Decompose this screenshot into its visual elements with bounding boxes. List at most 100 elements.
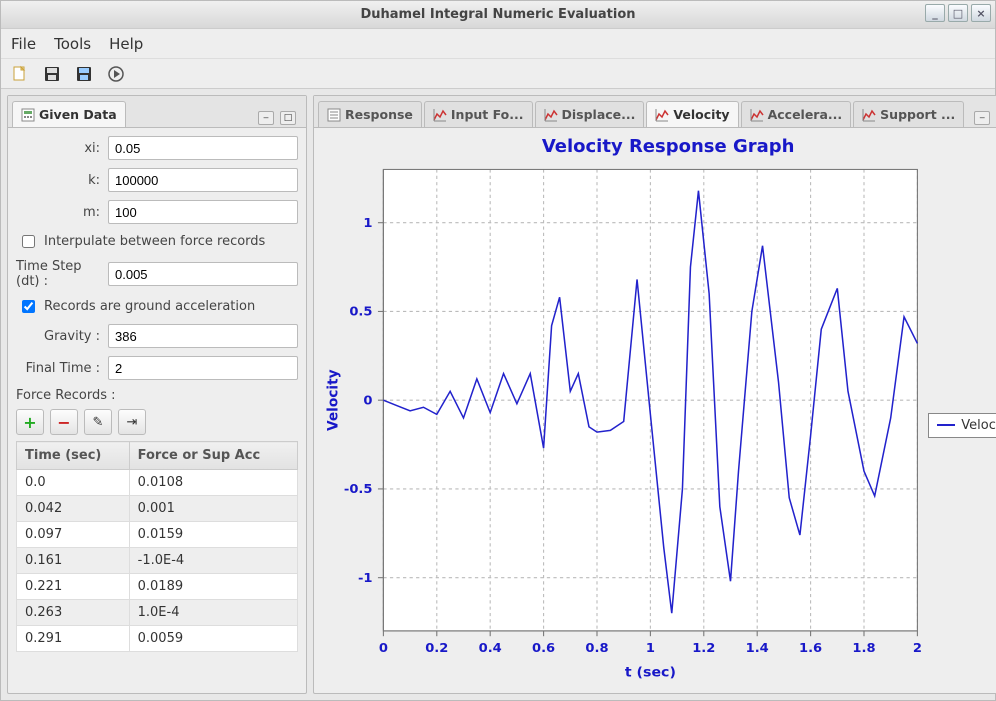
dt-input[interactable] bbox=[108, 262, 298, 286]
record-force: 0.0059 bbox=[129, 626, 297, 652]
tab-support[interactable]: Support ... bbox=[853, 101, 964, 127]
chart-panel: Response Input Fo... Displace... Velocity Ac… bbox=[313, 95, 996, 694]
svg-text:1: 1 bbox=[646, 641, 655, 656]
ground-accel-label: Records are ground acceleration bbox=[44, 299, 255, 314]
table-row[interactable]: 0.0420.001 bbox=[17, 496, 298, 522]
menubar: File Tools Help bbox=[1, 29, 995, 59]
record-time: 0.221 bbox=[17, 574, 130, 600]
svg-text:1.2: 1.2 bbox=[692, 641, 715, 656]
tab-label: Velocity bbox=[673, 107, 729, 122]
tab-displace[interactable]: Displace... bbox=[535, 101, 645, 127]
pencil-icon: ✎ bbox=[93, 415, 104, 430]
table-row[interactable]: 0.2910.0059 bbox=[17, 626, 298, 652]
tab-input-fo[interactable]: Input Fo... bbox=[424, 101, 533, 127]
remove-record-button[interactable]: − bbox=[50, 409, 78, 435]
tab-label: Displace... bbox=[562, 107, 636, 122]
panel-minimize-button[interactable]: ‒ bbox=[974, 111, 990, 125]
tab-label: Response bbox=[345, 107, 413, 122]
svg-text:0.4: 0.4 bbox=[479, 641, 502, 656]
svg-text:1.6: 1.6 bbox=[799, 641, 822, 656]
new-file-icon[interactable] bbox=[9, 63, 31, 85]
records-header-time[interactable]: Time (sec) bbox=[17, 442, 130, 470]
tab-response[interactable]: Response bbox=[318, 101, 422, 127]
svg-text:2: 2 bbox=[913, 641, 922, 656]
menu-tools[interactable]: Tools bbox=[54, 35, 91, 53]
window-close-button[interactable]: × bbox=[971, 4, 991, 22]
velocity-chart: 00.20.40.60.811.21.41.61.82-1-0.500.51t … bbox=[318, 161, 928, 689]
chart-icon bbox=[327, 108, 341, 122]
panel-minimize-button[interactable]: ‒ bbox=[258, 111, 274, 125]
record-force: 0.0159 bbox=[129, 522, 297, 548]
record-force: 0.0189 bbox=[129, 574, 297, 600]
svg-text:-1: -1 bbox=[358, 571, 373, 586]
gravity-label: Gravity : bbox=[16, 329, 108, 344]
chart-icon bbox=[750, 108, 764, 122]
record-time: 0.097 bbox=[17, 522, 130, 548]
tab-given-data[interactable]: Given Data bbox=[12, 101, 126, 127]
k-input[interactable] bbox=[108, 168, 298, 192]
calculator-icon bbox=[21, 108, 35, 122]
minus-icon: − bbox=[57, 413, 70, 432]
menu-help[interactable]: Help bbox=[109, 35, 143, 53]
chart-icon bbox=[433, 108, 447, 122]
force-records-label: Force Records : bbox=[16, 388, 298, 403]
svg-text:0.8: 0.8 bbox=[585, 641, 608, 656]
record-force: 0.0108 bbox=[129, 470, 297, 496]
svg-text:Velocity: Velocity bbox=[325, 369, 341, 431]
import-icon: ⇥ bbox=[127, 415, 138, 430]
ground-accel-checkbox[interactable] bbox=[22, 300, 35, 313]
window-minimize-button[interactable]: _ bbox=[925, 4, 945, 22]
records-header-force[interactable]: Force or Sup Acc bbox=[129, 442, 297, 470]
svg-text:t (sec): t (sec) bbox=[625, 665, 676, 681]
record-time: 0.291 bbox=[17, 626, 130, 652]
window-title: Duhamel Integral Numeric Evaluation bbox=[360, 7, 635, 22]
svg-text:0.2: 0.2 bbox=[425, 641, 448, 656]
window-maximize-button[interactable]: □ bbox=[948, 4, 968, 22]
table-row[interactable]: 0.161-1.0E-4 bbox=[17, 548, 298, 574]
record-force: 1.0E-4 bbox=[129, 600, 297, 626]
force-records-table[interactable]: Time (sec) Force or Sup Acc 0.00.01080.0… bbox=[16, 441, 298, 652]
svg-text:1: 1 bbox=[363, 216, 372, 231]
legend-line-icon bbox=[937, 424, 955, 426]
save-as-icon[interactable] bbox=[73, 63, 95, 85]
dt-label: Time Step (dt) : bbox=[16, 259, 108, 289]
tab-label: Support ... bbox=[880, 107, 955, 122]
tab-label: Accelera... bbox=[768, 107, 843, 122]
edit-record-button[interactable]: ✎ bbox=[84, 409, 112, 435]
record-force: 0.001 bbox=[129, 496, 297, 522]
final-time-input[interactable] bbox=[108, 356, 298, 380]
gravity-input[interactable] bbox=[108, 324, 298, 348]
menu-file[interactable]: File bbox=[11, 35, 36, 53]
panel-maximize-button[interactable]: □ bbox=[280, 111, 296, 125]
svg-text:0: 0 bbox=[363, 394, 372, 409]
xi-input[interactable] bbox=[108, 136, 298, 160]
chart-legend: Velocity bbox=[928, 413, 996, 438]
record-time: 0.161 bbox=[17, 548, 130, 574]
m-label: m: bbox=[16, 205, 108, 220]
table-row[interactable]: 0.00.0108 bbox=[17, 470, 298, 496]
save-icon[interactable] bbox=[41, 63, 63, 85]
run-icon[interactable] bbox=[105, 63, 127, 85]
tab-accelera[interactable]: Accelera... bbox=[741, 101, 852, 127]
chart-title: Velocity Response Graph bbox=[318, 136, 996, 157]
table-row[interactable]: 0.2210.0189 bbox=[17, 574, 298, 600]
interpolate-label: Interpulate between force records bbox=[44, 234, 265, 249]
record-force: -1.0E-4 bbox=[129, 548, 297, 574]
interpolate-checkbox[interactable] bbox=[22, 235, 35, 248]
table-row[interactable]: 0.2631.0E-4 bbox=[17, 600, 298, 626]
k-label: k: bbox=[16, 173, 108, 188]
tab-given-data-label: Given Data bbox=[39, 107, 117, 122]
svg-text:0.5: 0.5 bbox=[349, 305, 372, 320]
chart-icon bbox=[655, 108, 669, 122]
given-data-panel: Given Data ‒ □ xi: k: m: bbox=[7, 95, 307, 694]
add-record-button[interactable]: + bbox=[16, 409, 44, 435]
chart-icon bbox=[544, 108, 558, 122]
tab-velocity[interactable]: Velocity bbox=[646, 101, 738, 127]
m-input[interactable] bbox=[108, 200, 298, 224]
table-row[interactable]: 0.0970.0159 bbox=[17, 522, 298, 548]
import-record-button[interactable]: ⇥ bbox=[118, 409, 146, 435]
chart-icon bbox=[862, 108, 876, 122]
legend-label: Velocity bbox=[961, 418, 996, 433]
plus-icon: + bbox=[23, 413, 36, 432]
svg-text:1.4: 1.4 bbox=[746, 641, 769, 656]
